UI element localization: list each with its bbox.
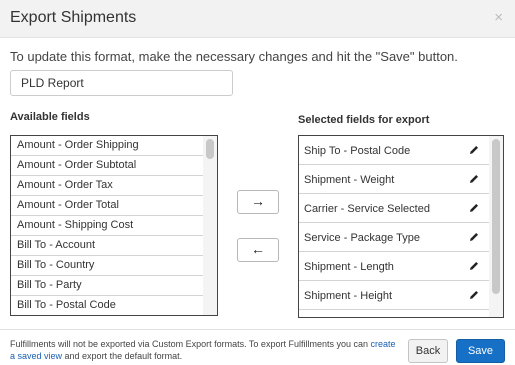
selected-field-item[interactable]: Ship To - Postal Code [299,136,490,165]
available-fields-label: Available fields [10,111,90,123]
instruction-text: To update this format, make the necessar… [10,49,458,64]
selected-field-item[interactable]: Service - Package Type [299,223,490,252]
selected-scrollbar[interactable] [489,136,503,317]
pencil-icon[interactable] [468,231,480,243]
available-field-item[interactable]: Bill To - Country [11,256,203,276]
selected-field-label: Shipment - Height [304,290,393,302]
selected-field-label: Ship To - Postal Code [304,145,411,157]
selected-field-label: Service - Package Type [304,232,420,244]
dialog-header: Export Shipments × [0,0,515,38]
available-field-item[interactable]: Bill To - Postal Code [11,296,203,315]
pencil-icon[interactable] [468,144,480,156]
selected-field-label: Shipment - Weight [304,174,395,186]
save-button[interactable]: Save [456,339,505,363]
add-field-button[interactable]: → [237,190,279,214]
available-field-item[interactable]: Amount - Order Tax [11,176,203,196]
pencil-icon[interactable] [468,260,480,272]
footer-note: Fulfillments will not be exported via Cu… [10,338,400,362]
dialog-title: Export Shipments [10,9,137,26]
available-field-item[interactable]: Amount - Shipping Cost [11,216,203,236]
selected-field-label: Shipment - Length [304,261,394,273]
format-name-input[interactable] [10,70,233,96]
selected-field-item[interactable]: Shipment - Weight [299,165,490,194]
available-fields-list[interactable]: Amount - Order Shipping Amount - Order S… [10,135,218,316]
export-shipments-dialog: Export Shipments × To update this format… [0,0,515,365]
available-field-item[interactable]: Amount - Order Shipping [11,136,203,156]
selected-fields-label: Selected fields for export [298,114,430,126]
selected-field-item[interactable]: Shipment - Height [299,281,490,310]
selected-field-item[interactable]: Shipment - Length [299,252,490,281]
available-scrollbar[interactable] [203,136,217,315]
available-field-item[interactable]: Bill To - Account [11,236,203,256]
selected-fields-list[interactable]: Ship To - Postal Code Shipment - Weight … [298,135,504,318]
close-icon[interactable]: × [494,9,503,27]
pencil-icon[interactable] [468,173,480,185]
remove-field-button[interactable]: ← [237,238,279,262]
selected-field-label: Carrier - Service Selected [304,203,430,215]
available-field-item[interactable]: Bill To - Party [11,276,203,296]
pencil-icon[interactable] [468,202,480,214]
pencil-icon[interactable] [468,289,480,301]
selected-scrollbar-thumb[interactable] [492,139,500,294]
selected-field-item[interactable]: Carrier - Service Selected [299,194,490,223]
available-field-item[interactable]: Amount - Order Total [11,196,203,216]
footer-note-text-end: and export the default format. [62,351,183,361]
back-button[interactable]: Back [408,339,448,363]
available-field-item[interactable]: Amount - Order Subtotal [11,156,203,176]
footer-note-text: Fulfillments will not be exported via Cu… [10,339,371,349]
available-scrollbar-thumb[interactable] [206,139,214,159]
